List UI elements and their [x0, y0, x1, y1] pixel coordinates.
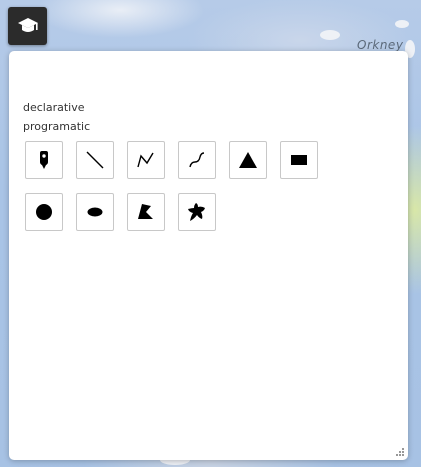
polygon-icon	[138, 204, 153, 219]
map-place-label: Orkney	[357, 38, 404, 52]
freehand-curve-icon	[189, 152, 205, 168]
mode-declarative-label[interactable]: declarative	[23, 101, 85, 114]
ellipse-tool-button[interactable]	[76, 193, 114, 231]
resize-grip-icon[interactable]	[395, 447, 405, 457]
polyline-tool-button[interactable]	[127, 141, 165, 179]
ellipse-icon	[87, 207, 103, 217]
triangle-tool-button[interactable]	[229, 141, 267, 179]
freehand-polygon-tool-button[interactable]	[178, 193, 216, 231]
polyline-icon	[137, 152, 154, 168]
polygon-tool-button[interactable]	[127, 193, 165, 231]
draw-tools-panel: declarative programatic	[9, 51, 408, 460]
line-tool-button[interactable]	[76, 141, 114, 179]
straight-line-icon	[86, 151, 104, 169]
freehand-line-tool-button[interactable]	[178, 141, 216, 179]
circle-tool-button[interactable]	[25, 193, 63, 231]
circle-icon	[36, 204, 52, 220]
rectangle-tool-button[interactable]	[280, 141, 318, 179]
marker-tool-button[interactable]	[25, 141, 63, 179]
tool-row	[25, 141, 355, 179]
graduation-cap-icon	[17, 18, 38, 32]
triangle-icon	[239, 152, 257, 168]
tool-grid	[25, 141, 355, 245]
map-island	[320, 30, 340, 40]
tool-row	[25, 193, 355, 231]
map-marker-icon	[40, 151, 48, 169]
toggle-panel-button[interactable]	[8, 7, 47, 45]
mode-programatic-label[interactable]: programatic	[23, 120, 90, 133]
map-island	[395, 20, 409, 28]
rectangle-icon	[291, 155, 307, 165]
freehand-polygon-icon	[188, 203, 205, 221]
